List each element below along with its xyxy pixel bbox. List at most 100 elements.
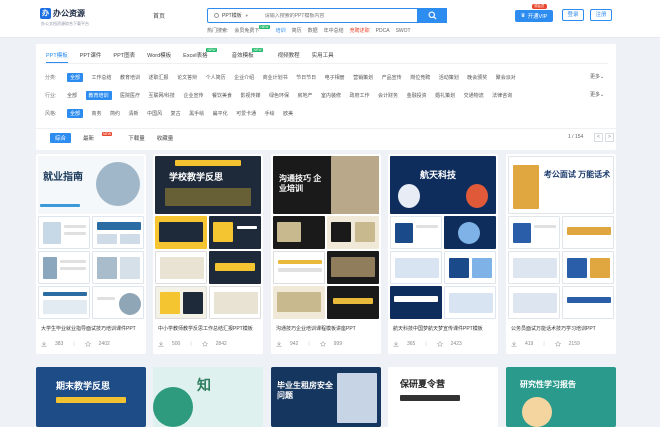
filter-option[interactable]: 简约 [110, 110, 120, 117]
filter-option[interactable]: 医院医疗 [120, 92, 140, 99]
filter-option[interactable]: 影视传媒 [240, 92, 260, 99]
template-thumbnail[interactable]: 学校教学反思 [153, 154, 263, 320]
filter-option[interactable]: 清新 [129, 110, 139, 117]
template-card[interactable]: 期末教学反思 [36, 367, 146, 427]
open-vip-button[interactable]: ♛ 开通VIP [515, 10, 553, 22]
template-thumbnail[interactable]: 沟通技巧 企业培训 [271, 154, 381, 320]
hot-search-item[interactable]: 培训 [276, 27, 286, 34]
filter-option[interactable]: 企业宣传 [183, 92, 203, 99]
search-category-select[interactable]: PPT模板 ▼ [208, 12, 253, 19]
filter-option[interactable]: 法律咨询 [492, 92, 512, 99]
filter-option[interactable]: 全部 [67, 109, 84, 118]
hot-search-item[interactable]: 简历 [292, 27, 302, 34]
filter-option[interactable]: 会计财务 [378, 92, 398, 99]
template-title[interactable]: 沟通技巧企业培训课程模板讲座PPT [276, 325, 378, 332]
tab-video[interactable]: 视频教程 [278, 51, 300, 63]
filter-option[interactable]: 政府工作 [350, 92, 370, 99]
filter-option[interactable]: 绿色环保 [269, 92, 289, 99]
filter-option[interactable]: 复古 [171, 110, 181, 117]
site-logo[interactable]: 办 办公资源 [40, 8, 85, 19]
tab-ppt-template[interactable]: PPT模板 [46, 51, 68, 63]
more-toggle[interactable]: 更多 ⌄ [590, 73, 604, 81]
filter-option[interactable]: 餐饮美食 [212, 92, 232, 99]
hot-search-item[interactable]: PDCA [376, 28, 390, 34]
prev-page-button[interactable]: < [594, 133, 603, 142]
filter-option[interactable]: 活动策划 [439, 74, 459, 81]
template-card[interactable]: 知 [153, 367, 263, 427]
star-icon[interactable] [554, 341, 561, 347]
hot-search-item[interactable]: 年中总结 [324, 27, 344, 34]
tab-sound[interactable]: 音效模板 NEW [232, 48, 266, 63]
template-card[interactable]: 航天科技 航天科技中国梦航天梦宣传课件PPT模板 365 | 2423 [388, 154, 498, 354]
template-card[interactable]: 研究性学习报告 [506, 367, 616, 427]
tab-excel[interactable]: Excel表格 NEW [183, 48, 219, 63]
next-page-button[interactable]: > [605, 133, 614, 142]
filter-option[interactable]: 节日节日 [296, 74, 316, 81]
template-title[interactable]: 中小学教师教学反思工作总结汇报PPT模板 [158, 325, 260, 332]
filter-option[interactable]: 电子相册 [325, 74, 345, 81]
sort-favorites[interactable]: 收藏量 [157, 134, 174, 142]
filter-option[interactable]: 房地产 [298, 92, 313, 99]
hot-search-item[interactable]: 竞聘述职 [350, 27, 370, 34]
tab-word-template[interactable]: Word模板 [147, 51, 171, 63]
filter-option[interactable]: 交通物流 [464, 92, 484, 99]
filter-option[interactable]: 工作总结 [92, 74, 112, 81]
template-card[interactable]: 毕业生租房安全问题 [271, 367, 381, 427]
star-icon[interactable] [319, 341, 326, 347]
template-title[interactable]: 大学生毕业就业指导面试技巧培训课件PPT [41, 325, 143, 332]
filter-option[interactable]: 晚会颁奖 [467, 74, 487, 81]
filter-option[interactable]: 黑手绘 [189, 110, 204, 117]
template-title[interactable]: 公务员面试万能话术技巧学习培训PPT [511, 325, 613, 332]
sort-downloads[interactable]: 下载量 [128, 134, 145, 142]
tab-ppt-charts[interactable]: PPT图表 [113, 51, 135, 63]
template-card[interactable]: 考公面试 万能话术 公务员面试万能话术技巧学习培训PPT 419 | 2159 [506, 154, 616, 354]
filter-option[interactable]: 可爱卡通 [236, 110, 256, 117]
star-icon[interactable] [436, 341, 443, 347]
tab-tools[interactable]: 实用工具 [312, 51, 334, 63]
filter-option[interactable]: 论文答辩 [177, 74, 197, 81]
search-input[interactable] [264, 12, 417, 19]
hot-search-item[interactable]: 数据 [308, 27, 318, 34]
template-card[interactable]: 就业指南 大学生毕业就业指导面试技巧培训课件PPT 383 | 2402 [36, 154, 146, 354]
filter-option[interactable]: 商务 [92, 110, 102, 117]
filter-option[interactable]: 金融投资 [407, 92, 427, 99]
filter-option[interactable]: 产品宣传 [382, 74, 402, 81]
filter-option[interactable]: 聚会派对 [496, 74, 516, 81]
tab-ppt-courseware[interactable]: PPT课件 [80, 51, 102, 63]
search-button[interactable] [417, 8, 447, 23]
filter-option[interactable]: 室内装修 [321, 92, 341, 99]
template-thumbnail[interactable]: 考公面试 万能话术 [506, 154, 616, 320]
filter-option[interactable]: 手绘 [265, 110, 275, 117]
nav-home-link[interactable]: 首页 [153, 11, 165, 20]
template-card[interactable]: 沟通技巧 企业培训 沟通技巧企业培训课程模板讲座PPT 942 | 999 [271, 154, 381, 354]
filter-option[interactable]: 扁平化 [213, 110, 228, 117]
filter-option[interactable]: 个人简历 [206, 74, 226, 81]
filter-option[interactable]: 营销策划 [353, 74, 373, 81]
sort-comprehensive[interactable]: 综合 [50, 133, 72, 143]
filter-option[interactable]: 教育培训 [120, 74, 140, 81]
template-card[interactable]: 学校教学反思 中小学教师教学反思工作总结汇报PPT模板 500 | 2842 [153, 154, 263, 354]
filter-option[interactable]: 岗位竞聘 [410, 74, 430, 81]
sort-latest[interactable]: 最新 [83, 134, 94, 142]
filter-option[interactable]: 全部 [67, 92, 77, 99]
login-button[interactable]: 登录 [562, 9, 584, 21]
filter-option[interactable]: 欧美 [283, 110, 293, 117]
filter-option[interactable]: 企业介绍 [234, 74, 254, 81]
register-button[interactable]: 注册 [590, 9, 612, 21]
template-thumbnail[interactable]: 就业指南 [36, 154, 146, 320]
filter-option[interactable]: 中国风 [147, 110, 162, 117]
template-title[interactable]: 航天科技中国梦航天梦宣传课件PPT模板 [393, 325, 495, 332]
hot-search-item[interactable]: 会员免费下 [234, 27, 259, 34]
star-icon[interactable] [84, 341, 91, 347]
hot-search-item[interactable]: SWOT [396, 28, 411, 34]
filter-option[interactable]: 述职汇报 [149, 74, 169, 81]
filter-option[interactable]: 互联网/科技 [149, 92, 175, 99]
template-card[interactable]: 保研夏令营 [388, 367, 498, 427]
filter-option[interactable]: 教育培训 [85, 91, 112, 100]
filter-option[interactable]: 全部 [67, 73, 84, 82]
template-thumbnail[interactable]: 航天科技 [388, 154, 498, 320]
star-icon[interactable] [201, 341, 208, 347]
filter-option[interactable]: 商业计划书 [263, 74, 288, 81]
filter-option[interactable]: 婚礼策划 [435, 92, 455, 99]
more-toggle[interactable]: 更多 ⌄ [590, 91, 604, 99]
